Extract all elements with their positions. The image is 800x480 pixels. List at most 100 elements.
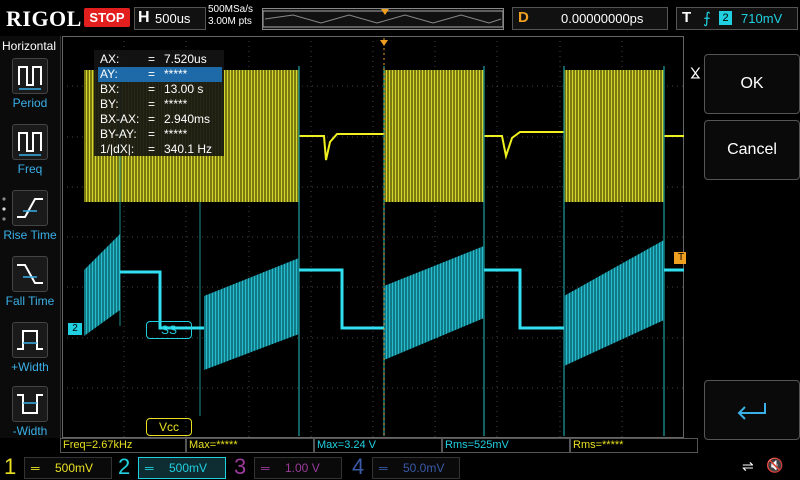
menu-label: Freq bbox=[17, 162, 43, 176]
period-icon bbox=[12, 58, 48, 94]
cursor-value: 2.940ms bbox=[164, 112, 211, 126]
memory-depth: 3.00M pts bbox=[208, 16, 252, 27]
cursor-readout-row[interactable]: BY-AY: = ***** bbox=[98, 127, 222, 142]
menu-item-fall-time[interactable]: Fall Time bbox=[0, 256, 60, 318]
cursor-key: 1/|dX|: bbox=[100, 142, 135, 156]
dc-coupling-icon: ═ bbox=[379, 461, 388, 475]
cursor-value: 7.520us bbox=[164, 52, 207, 66]
menu-item-period[interactable]: Period bbox=[0, 58, 60, 120]
rising-edge-icon: ⨍ bbox=[703, 10, 711, 27]
channel-3-number[interactable]: 3 bbox=[234, 454, 246, 480]
trigger-letter: T bbox=[682, 9, 692, 26]
cursor-equals: = bbox=[148, 142, 156, 156]
cursor-readout-row[interactable]: BY: = ***** bbox=[98, 97, 222, 112]
frequency-icon bbox=[12, 124, 48, 160]
measurement-item[interactable]: Max=***** bbox=[186, 438, 314, 453]
trigger-box[interactable]: T ⨍ 2 710mV bbox=[676, 7, 798, 30]
acquisition-info: 500MSa/s 3.00M pts bbox=[208, 4, 253, 28]
channel-2-label[interactable]: SS bbox=[146, 321, 192, 339]
cursor-equals: = bbox=[148, 112, 156, 126]
menu-item-freq[interactable]: Freq bbox=[0, 124, 60, 186]
enter-button[interactable] bbox=[704, 380, 800, 440]
cursor-equals: = bbox=[148, 52, 156, 66]
channel-3-scale[interactable]: ═ 1.00 V bbox=[254, 457, 342, 479]
timebase-letter: H bbox=[138, 9, 150, 26]
delay-box[interactable]: D 0.00000000ps bbox=[512, 7, 668, 30]
cursor-readout-row[interactable]: BX: = 13.00 s bbox=[98, 82, 222, 97]
measurement-item[interactable]: Rms=525mV bbox=[442, 438, 570, 453]
dc-coupling-icon: ═ bbox=[31, 461, 40, 475]
channel-4-number[interactable]: 4 bbox=[352, 454, 364, 480]
brand-logo: RIGOL bbox=[6, 6, 82, 31]
channel-scale-value: 1.00 V bbox=[285, 461, 320, 475]
usb-icon: ⇌ bbox=[742, 458, 754, 474]
close-icon[interactable]: ⋊ bbox=[688, 66, 704, 80]
cursor-value: 13.00 s bbox=[164, 82, 204, 96]
menu-label: +Width bbox=[11, 360, 49, 374]
menu-item-rise-time[interactable]: Rise Time bbox=[0, 190, 60, 252]
positive-width-icon bbox=[12, 322, 48, 358]
menu-label: Fall Time bbox=[5, 294, 55, 308]
menu-label: -Width bbox=[12, 424, 48, 438]
cursor-readout-row[interactable]: AY: = ***** bbox=[98, 67, 222, 82]
measurement-bar: Freq=2.67kHz Max=***** Max=3.24 V Rms=525mV… bbox=[60, 438, 800, 453]
delay-value: 0.00000000ps bbox=[561, 11, 644, 26]
memory-overview-waveform bbox=[263, 9, 503, 29]
negative-width-icon bbox=[12, 386, 48, 422]
menu-title: Horizontal bbox=[2, 39, 57, 53]
channel-scale-value: 50.0mV bbox=[403, 461, 445, 475]
cursor-key: AX: bbox=[100, 52, 120, 66]
enter-icon bbox=[737, 403, 766, 420]
channel-4-scale[interactable]: ═ 50.0mV bbox=[372, 457, 460, 479]
timebase-box[interactable]: H 500us bbox=[134, 7, 206, 30]
channel-scale-value: 500mV bbox=[169, 461, 208, 475]
channel-1-number[interactable]: 1 bbox=[4, 454, 16, 480]
fall-time-icon bbox=[12, 256, 48, 292]
waveform-display[interactable]: SS 2 Vcc T AX: = 7.520us AY: = ***** BX: = 13.00… bbox=[62, 36, 688, 438]
trigger-level: 710mV bbox=[741, 11, 783, 26]
channel-2-scale[interactable]: ═ 500mV bbox=[138, 457, 226, 479]
cursor-key: BY: bbox=[100, 97, 119, 111]
cursor-key: BY-AY: bbox=[100, 127, 137, 141]
measurement-item[interactable]: Max=3.24 V bbox=[314, 438, 442, 453]
channel-scale-value: 500mV bbox=[55, 461, 94, 475]
measurement-item[interactable]: Rms=***** bbox=[570, 438, 698, 453]
run-stop-button[interactable]: STOP bbox=[84, 8, 130, 27]
menu-page-dots bbox=[2, 196, 6, 226]
channel-1-label[interactable]: Vcc bbox=[146, 418, 192, 436]
speaker-mute-icon[interactable]: 🔇 bbox=[766, 457, 783, 474]
cursor-equals: = bbox=[148, 127, 156, 141]
cursor-readout-row[interactable]: BX-AX: = 2.940ms bbox=[98, 112, 222, 127]
rise-time-icon bbox=[12, 190, 48, 226]
cursor-equals: = bbox=[148, 82, 156, 96]
cursor-readout-row[interactable]: AX: = 7.520us bbox=[98, 52, 222, 67]
trigger-source-badge: 2 bbox=[719, 11, 732, 25]
delay-letter: D bbox=[518, 9, 529, 26]
cursor-key: AY: bbox=[100, 67, 118, 81]
cursor-key: BX-AX: bbox=[100, 112, 140, 126]
cancel-button[interactable]: Cancel bbox=[704, 120, 800, 180]
menu-item-positive-width[interactable]: +Width bbox=[0, 322, 60, 384]
menu-label: Rise Time bbox=[3, 228, 57, 242]
measurement-item[interactable]: Freq=2.67kHz bbox=[60, 438, 186, 453]
channel-1-scale[interactable]: ═ 500mV bbox=[24, 457, 112, 479]
softkey-panel: ⋊ OK Cancel bbox=[686, 36, 800, 440]
dc-coupling-icon: ═ bbox=[145, 461, 154, 475]
cursor-value: 340.1 Hz bbox=[164, 142, 213, 156]
channel-2-number[interactable]: 2 bbox=[118, 454, 130, 480]
cursor-equals: = bbox=[148, 97, 156, 111]
dc-coupling-icon: ═ bbox=[261, 461, 270, 475]
cursor-key: BX: bbox=[100, 82, 120, 96]
cursor-readout-row[interactable]: 1/|dX|: = 340.1 Hz bbox=[98, 142, 222, 157]
cursor-value: ***** bbox=[164, 127, 188, 141]
cursor-value: ***** bbox=[164, 97, 188, 111]
channel-bar: 1 ═ 500mV 2 ═ 500mV 3 ═ 1.00 V 4 ═ 50.0mV ⇌ 🔇 bbox=[0, 454, 800, 480]
sample-rate: 500MSa/s bbox=[208, 4, 254, 15]
cursor-equals: = bbox=[148, 67, 156, 81]
ok-button[interactable]: OK bbox=[704, 54, 800, 114]
channel-2-offset-marker[interactable]: 2 bbox=[68, 323, 82, 335]
memory-overview-strip[interactable] bbox=[262, 8, 504, 30]
cursor-readout-panel: AX: = 7.520us AY: = ***** BX: = 13.00 s BY: = *****… bbox=[94, 50, 224, 156]
menu-item-negative-width[interactable]: -Width bbox=[0, 386, 60, 448]
status-bar: RIGOL STOP H 500us 500MSa/s 3.00M pts D … bbox=[0, 0, 800, 36]
